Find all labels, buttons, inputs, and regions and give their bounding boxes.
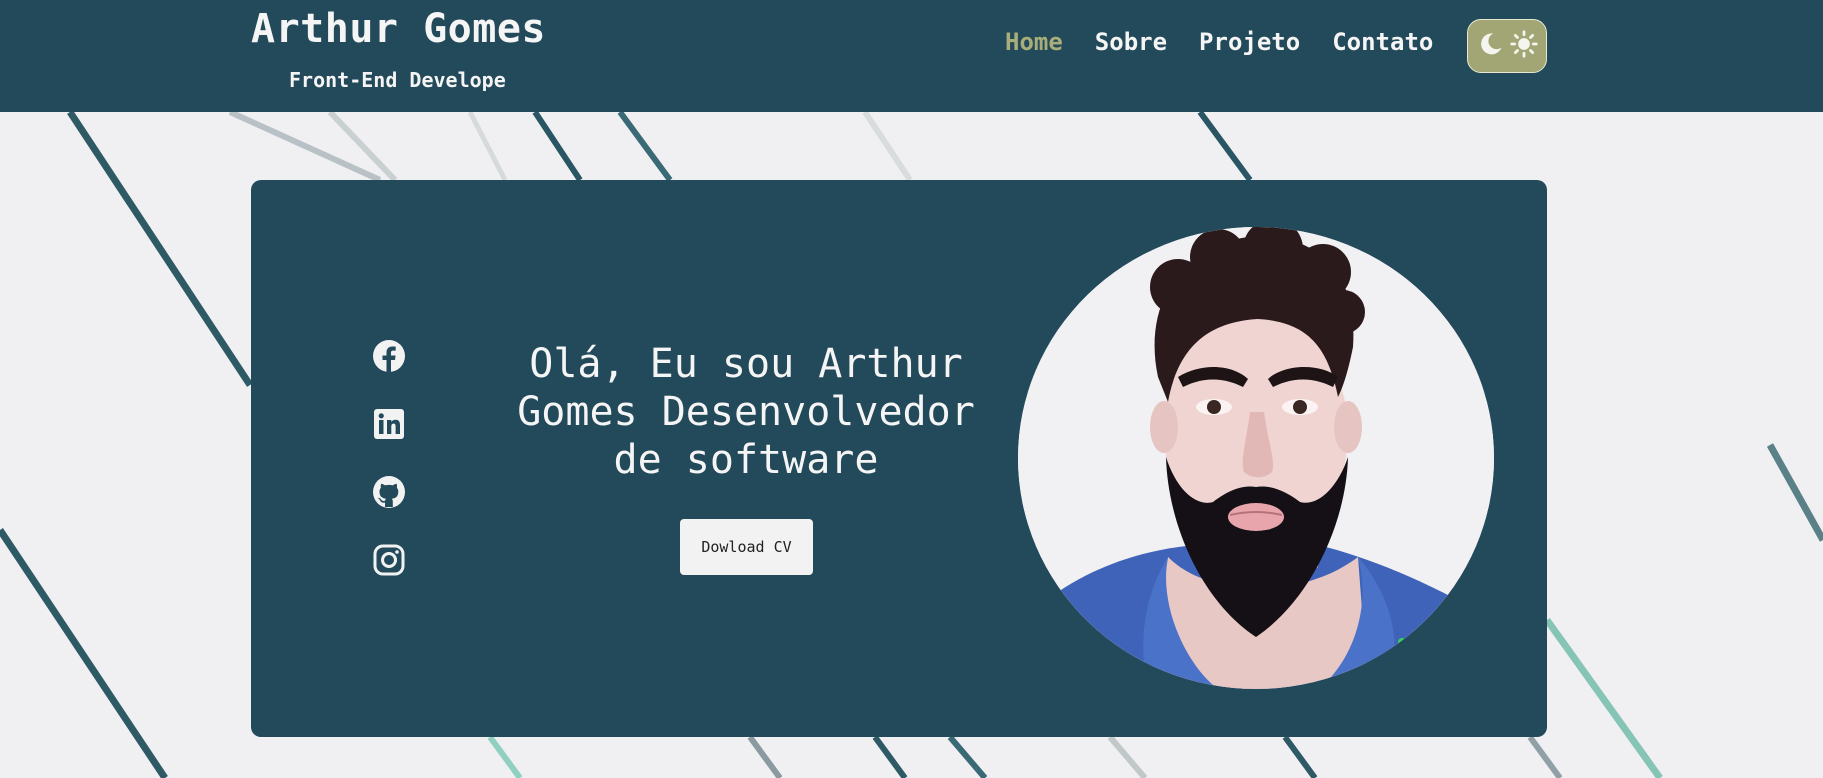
linkedin-icon [374, 409, 404, 439]
theme-toggle[interactable] [1467, 19, 1547, 73]
nav-sobre[interactable]: Sobre [1095, 28, 1167, 56]
facebook-link[interactable] [372, 339, 406, 373]
nav-contato[interactable]: Contato [1332, 28, 1433, 56]
github-link[interactable] [372, 475, 406, 509]
nav-projeto[interactable]: Projeto [1199, 28, 1300, 56]
brand-role: Front-End Develope [289, 68, 506, 92]
moon-icon[interactable] [1477, 30, 1505, 62]
facebook-icon [373, 340, 405, 372]
instagram-icon [373, 544, 405, 576]
linkedin-link[interactable] [372, 407, 406, 441]
hero-card: Olá, Eu sou Arthur Gomes Desenvolvedor d… [251, 180, 1547, 737]
sun-icon[interactable] [1509, 30, 1538, 62]
download-cv-button[interactable]: Dowload CV [680, 519, 813, 575]
hero-title: Olá, Eu sou Arthur Gomes Desenvolvedor d… [517, 341, 975, 483]
profile-photo [1018, 227, 1494, 689]
nav-home[interactable]: Home [1005, 28, 1063, 56]
brand-name[interactable]: Arthur Gomes [251, 6, 546, 52]
social-links [372, 339, 406, 577]
github-icon [373, 476, 405, 508]
instagram-link[interactable] [372, 543, 406, 577]
site-header: Arthur Gomes Front-End Develope Home Sob… [0, 0, 1823, 112]
main-nav: Home Sobre Projeto Contato [1005, 28, 1433, 56]
